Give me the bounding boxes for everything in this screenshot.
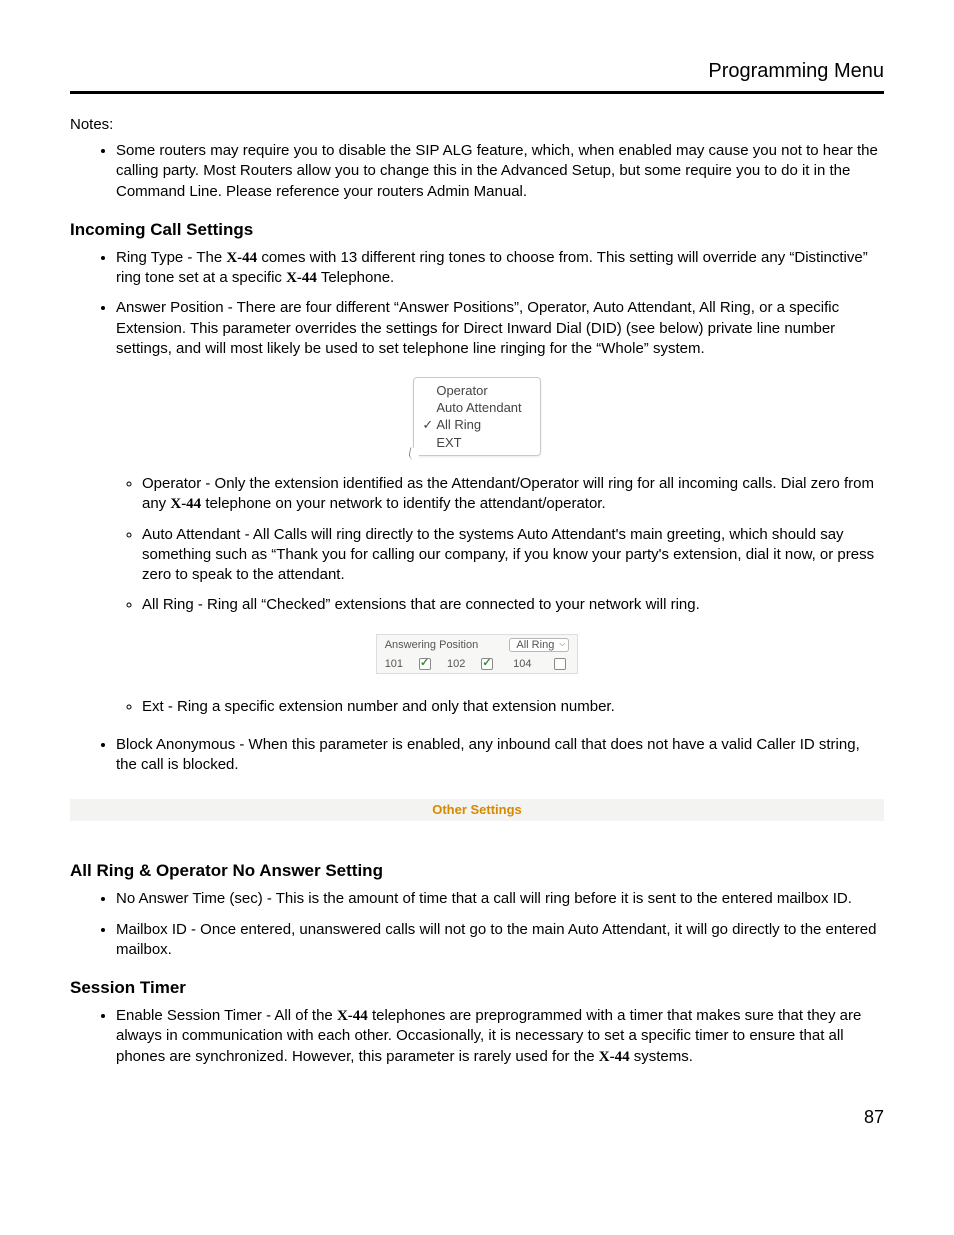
operator-text-b: telephone on your network to identify th… <box>201 495 605 512</box>
incoming-heading: Incoming Call Settings <box>70 220 884 240</box>
dropdown-menu: Operator Auto Attendant ✓All Ring EXT <box>413 377 540 456</box>
allring-heading: All Ring & Operator No Answer Setting <box>70 861 884 881</box>
model-text: X-44 <box>226 250 257 266</box>
answer-position-item: Answer Position - There are four differe… <box>116 298 884 359</box>
allring-list: No Answer Time (sec) - This is the amoun… <box>70 889 884 960</box>
session-text-c: systems. <box>630 1048 693 1065</box>
notes-item: Some routers may require you to disable … <box>116 141 884 202</box>
dropdown-option: Auto Attendant <box>422 399 521 416</box>
notes-list: Some routers may require you to disable … <box>70 141 884 202</box>
session-item: Enable Session Timer - All of the X-44 t… <box>116 1006 884 1067</box>
noanswer-item: No Answer Time (sec) - This is the amoun… <box>116 889 884 909</box>
table-header-select: All Ring <box>501 635 577 655</box>
dropdown-option-label: EXT <box>436 435 461 450</box>
table-figure: Answering Position All Ring 101 102 104 <box>70 634 884 679</box>
model-text: X-44 <box>599 1049 630 1065</box>
ext-101-label: 101 <box>377 655 411 673</box>
ext-104-label: 104 <box>501 655 543 673</box>
model-text: X-44 <box>170 496 201 512</box>
answering-position-table: Answering Position All Ring 101 102 104 <box>376 634 579 674</box>
ring-type-item: Ring Type - The X-44 comes with 13 diffe… <box>116 248 884 289</box>
ext-102-checkbox <box>473 655 501 673</box>
other-settings-bar: Other Settings <box>70 799 884 821</box>
dropdown-option: Operator <box>422 382 521 399</box>
ext-102-label: 102 <box>439 655 473 673</box>
all-ring-select: All Ring <box>509 638 569 652</box>
block-anon-list: Block Anonymous - When this parameter is… <box>70 735 884 776</box>
page-number: 87 <box>70 1107 884 1128</box>
model-text: X-44 <box>337 1008 368 1024</box>
dropdown-option-selected: ✓All Ring <box>422 416 521 434</box>
table-header-label: Answering Position <box>377 635 502 655</box>
session-text-a: Enable Session Timer - All of the <box>116 1007 337 1024</box>
dropdown-option-label: Auto Attendant <box>436 400 521 415</box>
all-ring-item: All Ring - Ring all “Checked” extensions… <box>142 595 884 615</box>
ext-item: Ext - Ring a specific extension number a… <box>142 697 884 717</box>
incoming-list: Ring Type - The X-44 comes with 13 diffe… <box>70 248 884 359</box>
ext-101-checkbox <box>411 655 439 673</box>
ext-sublist-wrap: Ext - Ring a specific extension number a… <box>70 697 884 717</box>
operator-item: Operator - Only the extension identified… <box>142 474 884 515</box>
dropdown-option-label: Operator <box>436 383 487 398</box>
block-anon-item: Block Anonymous - When this parameter is… <box>116 735 884 776</box>
session-heading: Session Timer <box>70 978 884 998</box>
other-settings-label: Other Settings <box>432 802 522 817</box>
mailbox-item: Mailbox ID - Once entered, unanswered ca… <box>116 920 884 961</box>
auto-attendant-item: Auto Attendant - All Calls will ring dir… <box>142 525 884 586</box>
notes-label: Notes: <box>70 116 884 133</box>
ext-104-checkbox <box>543 655 577 673</box>
ext-sublist: Ext - Ring a specific extension number a… <box>116 697 884 717</box>
dropdown-option-label: All Ring <box>436 417 481 432</box>
dropdown-option: EXT <box>422 434 521 451</box>
dropdown-figure: Operator Auto Attendant ✓All Ring EXT <box>70 377 884 456</box>
answer-sublist: Operator - Only the extension identified… <box>116 474 884 616</box>
ring-type-text-a: Ring Type - The <box>116 249 226 266</box>
ring-type-text-c: Telephone. <box>317 269 394 286</box>
page-header: Programming Menu <box>70 60 884 94</box>
answer-sublist-wrap: Operator - Only the extension identified… <box>70 474 884 616</box>
model-text: X-44 <box>286 270 317 286</box>
header-title: Programming Menu <box>708 60 884 82</box>
session-list: Enable Session Timer - All of the X-44 t… <box>70 1006 884 1067</box>
